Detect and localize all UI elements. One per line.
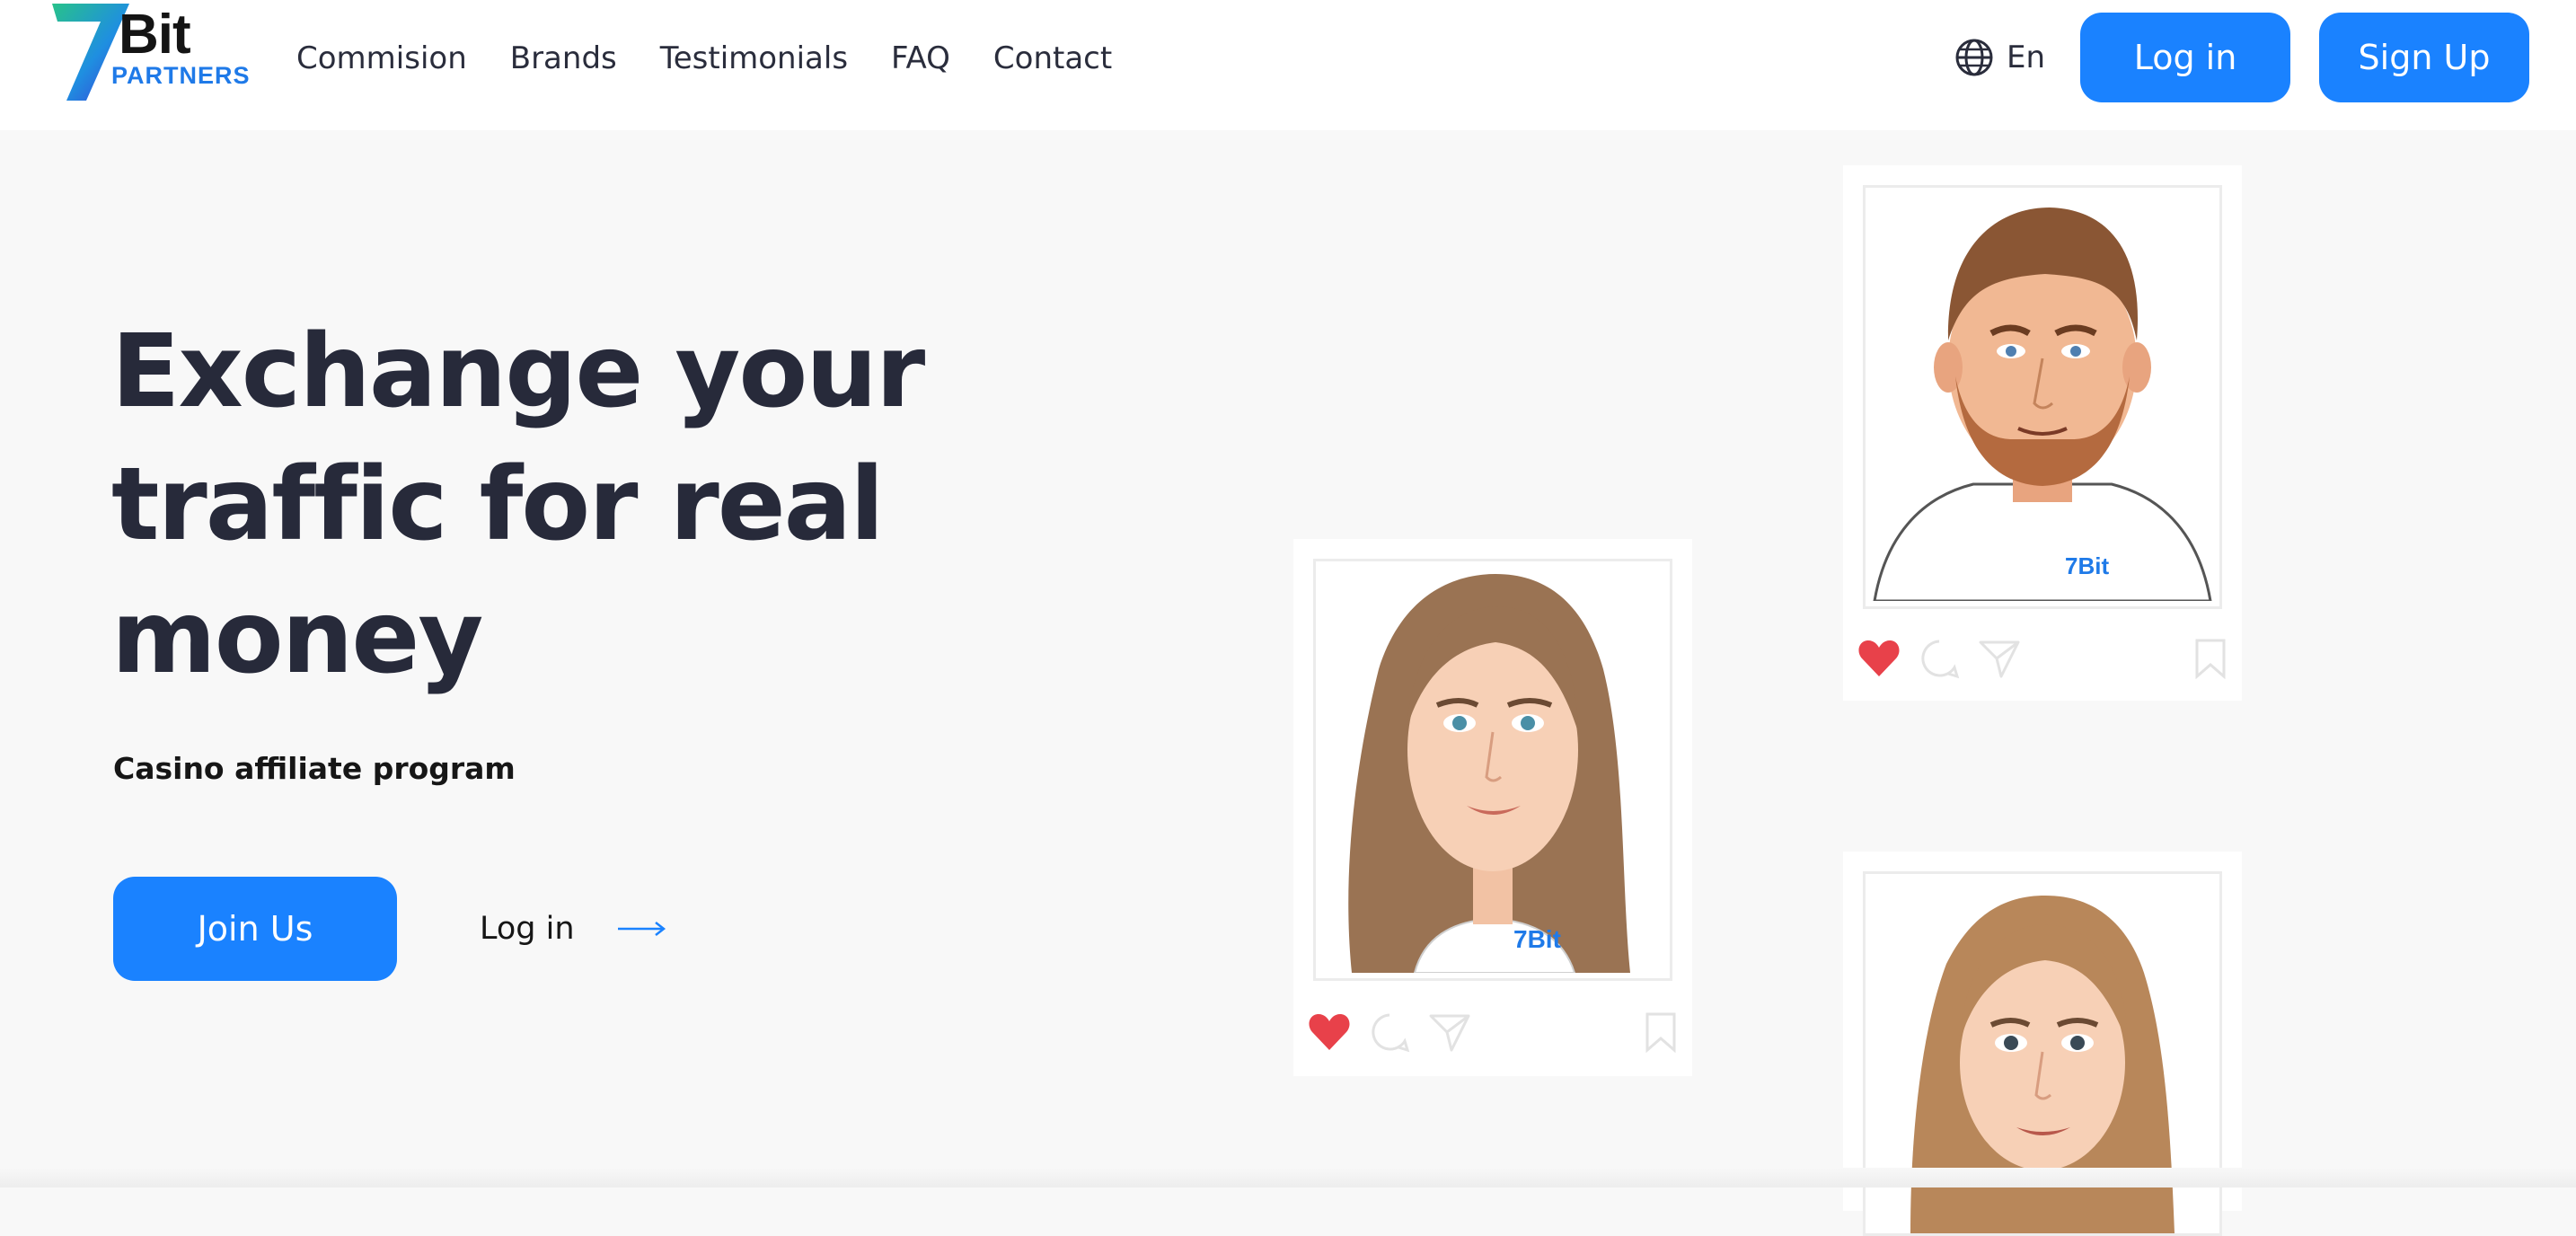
man-avatar: 7Bit: [1873, 207, 2212, 603]
hero-title: Exchange your traffic for real money: [111, 313, 925, 696]
nav-item-faq[interactable]: FAQ: [891, 40, 950, 76]
heart-icon[interactable]: [1308, 1012, 1351, 1052]
language-label: En: [2007, 40, 2046, 75]
hero-login-label: Log in: [480, 911, 575, 947]
testimonial-card: 7Bit: [1843, 165, 2242, 701]
section-divider: [0, 1168, 2576, 1187]
avatar-frame: 7Bit: [1863, 185, 2222, 609]
nav-item-brands[interactable]: Brands: [510, 40, 617, 76]
nav-item-commision[interactable]: Commision: [296, 40, 467, 76]
testimonial-card: [1843, 852, 2242, 1236]
logo-bit-text: Bit: [119, 4, 191, 66]
card-actions: [1308, 1011, 1678, 1053]
join-us-button[interactable]: Join Us: [113, 877, 397, 981]
bookmark-icon[interactable]: [1644, 1011, 1678, 1053]
shirt-logo: 7Bit: [2065, 552, 2109, 579]
main-nav: Commision Brands Testimonials FAQ Contac…: [296, 0, 1155, 117]
comment-icon[interactable]: [1919, 638, 1960, 679]
share-icon[interactable]: [1428, 1012, 1471, 1052]
header-login-button[interactable]: Log in: [2080, 13, 2290, 102]
woman-avatar: 7Bit: [1348, 574, 1630, 974]
arrow-right-icon: [617, 922, 666, 936]
heart-icon[interactable]: [1857, 639, 1901, 678]
shirt-logo: 7Bit: [1513, 925, 1561, 953]
comment-icon[interactable]: [1369, 1011, 1410, 1053]
globe-icon: [1955, 39, 1993, 76]
avatar-frame: 7Bit: [1313, 559, 1672, 981]
testimonial-card: 7Bit: [1293, 539, 1692, 1076]
hero-subtitle: Casino affiliate program: [113, 751, 516, 786]
nav-item-contact[interactable]: Contact: [993, 40, 1112, 76]
header-signup-button[interactable]: Sign Up: [2319, 13, 2529, 102]
card-actions: [1857, 638, 2228, 679]
hero-login-link[interactable]: Log in: [480, 905, 666, 952]
site-header: Bit PARTNERS Commision Brands Testimonia…: [0, 0, 2576, 130]
language-switcher[interactable]: En: [1954, 38, 2045, 77]
nav-item-testimonials[interactable]: Testimonials: [660, 40, 848, 76]
logo-partners-text: PARTNERS: [111, 62, 251, 89]
bookmark-icon[interactable]: [2193, 638, 2228, 679]
share-icon[interactable]: [1978, 639, 2021, 678]
logo[interactable]: Bit PARTNERS: [50, 2, 257, 102]
